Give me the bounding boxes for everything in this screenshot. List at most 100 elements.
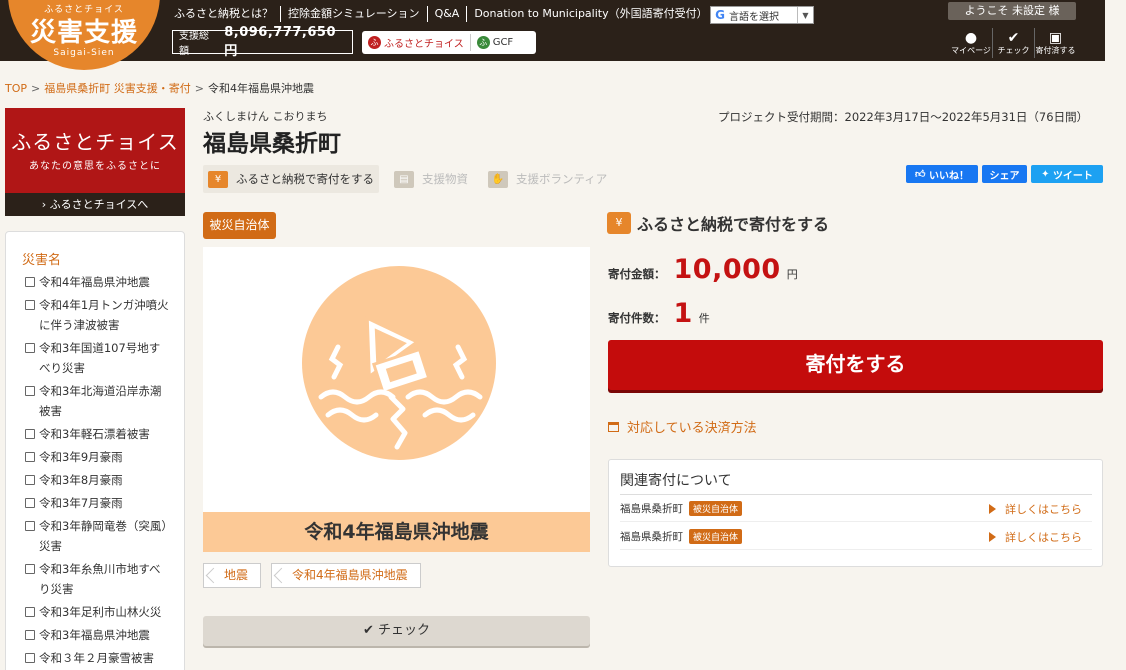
check-list-button[interactable]: ✔ チェック — [992, 28, 1034, 58]
breadcrumb-current: 令和4年福島県沖地震 — [207, 82, 314, 95]
disaster-item[interactable]: 令和3年9月豪雨 — [25, 447, 170, 467]
tag-disaster-name[interactable]: 令和4年福島県沖地震 — [271, 563, 421, 588]
checkbox[interactable] — [25, 300, 35, 310]
related-donation-row: 福島県桑折町 被災自治体 詳しくはこちら — [620, 524, 1092, 550]
nav-qa[interactable]: Q&A — [428, 6, 468, 22]
disaster-item-label: 令和３年２月豪雪被害 — [39, 651, 154, 665]
details-link[interactable]: 詳しくはこちら — [989, 501, 1082, 517]
tab-relief-supplies[interactable]: ▤ 支援物資 — [389, 165, 473, 193]
google-icon: G — [715, 8, 725, 22]
related-donations-box: 関連寄付について 福島県桑折町 被災自治体 詳しくはこちら 福島県桑折町 被災自… — [608, 459, 1103, 567]
twitter-tweet-button[interactable]: ✦ ツイート — [1031, 165, 1103, 183]
mypage-button[interactable]: ● マイページ — [950, 28, 992, 58]
banner-subtitle: あなたの意思をふるさとに — [29, 161, 161, 172]
checkbox[interactable] — [25, 452, 35, 462]
breadcrumb-top[interactable]: TOP — [5, 82, 27, 95]
disaster-hero-image — [203, 247, 590, 512]
gcf-link[interactable]: ふ GCF — [469, 34, 519, 51]
checkbox[interactable] — [25, 386, 35, 396]
checkbox[interactable] — [25, 521, 35, 531]
disaster-item[interactable]: 令和３年２月豪雪被害 — [25, 648, 170, 668]
partner-links: ふ ふるさとチョイス ふ GCF — [362, 31, 536, 54]
divider — [620, 494, 1092, 495]
total-support-box: 支援総額 8,096,777,650 円 — [172, 25, 353, 59]
breadcrumb-municipality[interactable]: 福島県桑折町 災害支援・寄付 — [44, 82, 191, 95]
donate-button[interactable]: 寄付をする — [608, 340, 1103, 390]
related-donation-row: 福島県桑折町 被災自治体 詳しくはこちら — [620, 496, 1092, 522]
disaster-item-label: 令和3年北海道沿岸赤潮被害 — [39, 384, 162, 418]
disaster-item-label: 令和4年福島県沖地震 — [39, 275, 150, 289]
welcome-user[interactable]: ようこそ 未設定 様 — [948, 2, 1076, 20]
disaster-item[interactable]: 令和4年1月トンガ沖噴火に伴う津波被害 — [25, 295, 170, 335]
breadcrumb-separator: > — [194, 82, 204, 95]
related-municipality: 福島県桑折町 — [620, 531, 683, 543]
disaster-filter-panel: 災害名 令和4年福島県沖地震 令和4年1月トンガ沖噴火に伴う津波被害 令和3年国… — [5, 231, 185, 670]
municipality-kana: ふくしまけん こおりまち — [203, 110, 328, 123]
mypage-label: マイページ — [951, 46, 991, 55]
triangle-right-icon — [989, 503, 996, 514]
donation-box-icon: ▣ — [1048, 30, 1063, 46]
tab-volunteer[interactable]: ✋ 支援ボランティア — [483, 165, 612, 193]
logo-sub-text: Saigai-Sien — [53, 48, 115, 58]
yen-box-icon: ¥ — [208, 170, 228, 188]
checkbox[interactable] — [25, 607, 35, 617]
checkbox[interactable] — [25, 564, 35, 574]
checkbox[interactable] — [25, 498, 35, 508]
calendar-icon — [608, 421, 619, 432]
facebook-share-button[interactable]: シェア — [982, 165, 1027, 183]
triangle-right-icon — [989, 531, 996, 542]
earthquake-illustration-icon — [302, 266, 496, 460]
tab-label: ふるさと納税で寄付をする — [236, 172, 374, 186]
check-list-label: チェック — [997, 46, 1030, 55]
nav-donation-foreign[interactable]: Donation to Municipality（外国語寄付受付） — [467, 6, 714, 22]
project-period: プロジェクト受付期間：2022年3月17日～2022年5月31日（76日間） — [718, 110, 1089, 124]
related-municipality: 福島県桑折町 — [620, 503, 683, 515]
disaster-item[interactable]: 令和3年福島県沖地震 — [25, 625, 170, 645]
user-icon: ● — [964, 30, 978, 46]
total-support-value: 8,096,777,650 円 — [224, 25, 336, 59]
furusato-choice-link[interactable]: ふ ふるさとチョイス — [362, 34, 470, 51]
disaster-item[interactable]: 令和3年8月豪雨 — [25, 470, 170, 490]
banner-footer-link[interactable]: › ふるさとチョイスへ — [5, 193, 185, 216]
affected-municipality-badge: 被災自治体 — [203, 212, 276, 239]
furusato-choice-banner[interactable]: ふるさとチョイス あなたの意思をふるさとに › ふるさとチョイスへ — [5, 108, 185, 216]
supplies-box-icon: ▤ — [394, 170, 414, 188]
disaster-item[interactable]: 令和3年国道107号地すべり災害 — [25, 338, 170, 378]
donated-button[interactable]: ▣ 寄付済する — [1034, 28, 1076, 58]
language-select[interactable]: G 言語を選択 ▼ — [710, 6, 814, 24]
municipality-name: 福島県桑折町 — [203, 131, 341, 157]
disaster-item[interactable]: 令和3年糸魚川市地すべり災害 — [25, 559, 170, 599]
tab-furusato-donation[interactable]: ¥ ふるさと納税で寄付をする — [203, 165, 379, 193]
checkbox[interactable] — [25, 475, 35, 485]
handshake-icon: ✋ — [488, 170, 508, 188]
payment-methods-link[interactable]: 対応している決済方法 — [608, 417, 757, 436]
checkbox[interactable] — [25, 653, 35, 663]
checkbox[interactable] — [25, 277, 35, 287]
saigai-sien-logo[interactable]: ふるさとチョイス 災害支援 Saigai-Sien — [8, 0, 160, 70]
disaster-item[interactable]: 令和3年北海道沿岸赤潮被害 — [25, 381, 170, 421]
facebook-like-button[interactable]: 👍︎ いいね！ — [906, 165, 978, 183]
checkbox[interactable] — [25, 343, 35, 353]
add-to-check-button[interactable]: ✔ チェック — [203, 616, 590, 646]
twitter-bird-icon: ✦ — [1041, 168, 1050, 180]
disaster-tags: 地震 令和4年福島県沖地震 — [203, 563, 431, 588]
donation-count-row: 寄付件数： 1 件 — [608, 298, 710, 329]
disaster-item[interactable]: 令和3年軽石漂着被害 — [25, 424, 170, 444]
details-link[interactable]: 詳しくはこちら — [989, 529, 1082, 545]
checkbox[interactable] — [25, 429, 35, 439]
logo-main-text: 災害支援 — [29, 18, 138, 48]
site-header: ふるさとチョイス 災害支援 Saigai-Sien ふるさと納税とは？ 控除金額… — [0, 0, 1126, 70]
tag-earthquake[interactable]: 地震 — [203, 563, 262, 588]
disaster-item[interactable]: 令和4年福島県沖地震 — [25, 272, 170, 292]
nav-simulation[interactable]: 控除金額シミュレーション — [281, 6, 428, 22]
nav-about[interactable]: ふるさと納税とは？ — [172, 6, 281, 22]
disaster-item-label: 令和4年1月トンガ沖噴火に伴う津波被害 — [39, 298, 169, 332]
checkbox[interactable] — [25, 630, 35, 640]
disaster-item-label: 令和3年国道107号地すべり災害 — [39, 341, 161, 375]
donation-count-value: 1 — [673, 298, 693, 329]
disaster-item-label: 令和3年7月豪雨 — [39, 496, 123, 510]
disaster-item[interactable]: 令和3年7月豪雨 — [25, 493, 170, 513]
disaster-item-label: 令和3年糸魚川市地すべり災害 — [39, 562, 161, 596]
disaster-item[interactable]: 令和3年足利市山林火災 — [25, 602, 170, 622]
disaster-item[interactable]: 令和3年静岡竜巻（突風）災害 — [25, 516, 170, 556]
